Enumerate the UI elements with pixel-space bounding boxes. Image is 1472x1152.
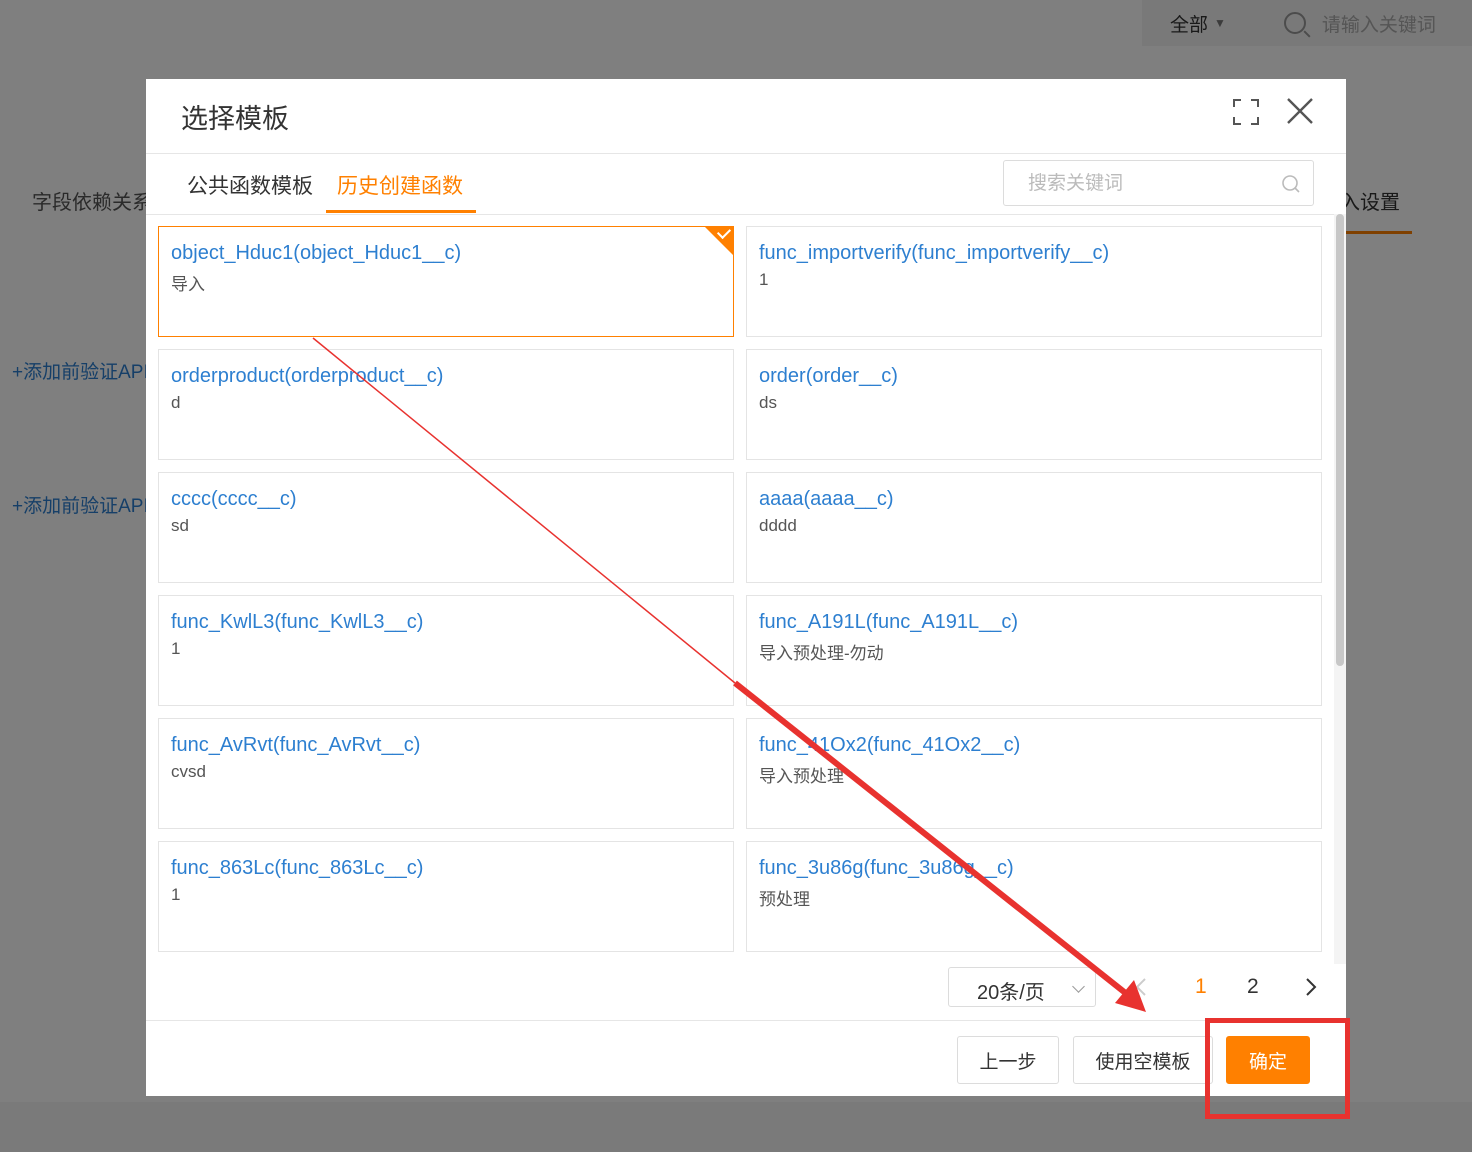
template-card[interactable]: aaaa(aaaa__c) dddd <box>746 472 1322 583</box>
page-size-value: 20条/页 <box>977 982 1045 1004</box>
page-1-button[interactable]: 1 <box>1195 975 1207 999</box>
dialog-title: 选择模板 <box>181 104 289 134</box>
template-card[interactable]: func_AvRvt(func_AvRvt__c) cvsd <box>158 718 734 829</box>
template-search-input[interactable] <box>1026 171 1270 197</box>
active-tab-underline <box>326 210 476 213</box>
card-title: aaaa(aaaa__c) <box>759 488 894 510</box>
tab-public-function-template[interactable]: 公共函数模板 <box>187 170 313 200</box>
tab-history-created-function[interactable]: 历史创建函数 <box>337 170 463 200</box>
close-icon[interactable] <box>1284 95 1316 127</box>
card-desc: 预处理 <box>759 890 810 909</box>
card-title: func_importverify(func_importverify__c) <box>759 242 1110 264</box>
card-title: func_A191L(func_A191L__c) <box>759 611 1019 633</box>
template-card[interactable]: object_Hduc1(object_Hduc1__c) 导入 <box>158 224 734 337</box>
card-list-scrollbar[interactable] <box>1334 214 1346 964</box>
card-title: func_3u86g(func_3u86g__c) <box>759 857 1014 879</box>
card-desc: 导入 <box>171 275 205 294</box>
template-card[interactable]: func_importverify(func_importverify__c) … <box>746 226 1322 337</box>
card-desc: ds <box>759 393 777 412</box>
search-icon[interactable] <box>1281 174 1301 194</box>
card-desc: 1 <box>759 270 769 289</box>
template-search-box <box>1003 160 1314 206</box>
template-card[interactable]: func_863Lc(func_863Lc__c) 1 <box>158 841 734 952</box>
template-card[interactable]: order(order__c) ds <box>746 349 1322 460</box>
select-template-dialog: 选择模板 公共函数模板 历史创建函数 object_Hduc1(object_H… <box>146 79 1346 1096</box>
use-empty-template-button[interactable]: 使用空模板 <box>1073 1036 1213 1084</box>
previous-step-button[interactable]: 上一步 <box>957 1036 1059 1084</box>
annotation-highlight-box <box>1205 1018 1350 1119</box>
template-card[interactable]: func_KwlL3(func_KwlL3__c) 1 <box>158 595 734 706</box>
card-desc: sd <box>171 516 189 535</box>
card-title: func_KwlL3(func_KwlL3__c) <box>171 611 424 633</box>
card-title: order(order__c) <box>759 365 898 387</box>
template-card[interactable]: func_41Ox2(func_41Ox2__c) 导入预处理 <box>746 718 1322 829</box>
template-card[interactable]: func_3u86g(func_3u86g__c) 预处理 <box>746 841 1322 952</box>
card-title: func_AvRvt(func_AvRvt__c) <box>171 734 421 756</box>
page-2-button[interactable]: 2 <box>1247 975 1259 999</box>
dialog-footer: 上一步 使用空模板 确定 <box>146 1020 1346 1097</box>
card-desc: 导入预处理 <box>759 767 844 786</box>
template-card[interactable]: func_A191L(func_A191L__c) 导入预处理-勿动 <box>746 595 1322 706</box>
scrollbar-thumb[interactable] <box>1336 214 1344 666</box>
chevron-right-icon[interactable] <box>1304 976 1318 998</box>
card-title: func_863Lc(func_863Lc__c) <box>171 857 424 879</box>
card-title: cccc(cccc__c) <box>171 488 297 510</box>
card-desc: 1 <box>171 639 181 658</box>
template-card[interactable]: cccc(cccc__c) sd <box>158 472 734 583</box>
card-desc: 导入预处理-勿动 <box>759 644 884 663</box>
card-title: orderproduct(orderproduct__c) <box>171 365 444 387</box>
template-card[interactable]: orderproduct(orderproduct__c) d <box>158 349 734 460</box>
page-size-select[interactable]: 20条/页 <box>948 967 1096 1007</box>
chevron-left-icon[interactable] <box>1134 976 1148 998</box>
chevron-down-icon <box>1072 980 1085 993</box>
card-desc: d <box>171 393 181 412</box>
card-title: object_Hduc1(object_Hduc1__c) <box>171 242 462 264</box>
dialog-header: 选择模板 <box>146 79 1346 154</box>
card-desc: 1 <box>171 885 181 904</box>
card-desc: cvsd <box>171 762 206 781</box>
fullscreen-icon[interactable] <box>1233 99 1259 125</box>
card-title: func_41Ox2(func_41Ox2__c) <box>759 734 1021 756</box>
card-desc: dddd <box>759 516 797 535</box>
